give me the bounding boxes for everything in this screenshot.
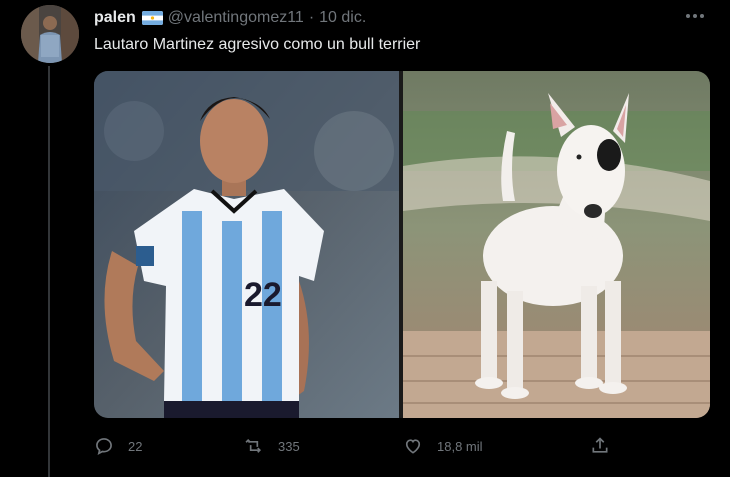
avatar[interactable] bbox=[21, 5, 79, 63]
separator-dot: · bbox=[308, 9, 315, 26]
heart-icon bbox=[405, 439, 421, 454]
reply-button[interactable]: 22 bbox=[94, 432, 142, 460]
retweet-button[interactable]: 335 bbox=[244, 432, 300, 460]
argentina-flag-icon bbox=[141, 11, 163, 25]
like-count: 18,8 mil bbox=[437, 438, 483, 454]
share-icon bbox=[592, 437, 608, 453]
thread-line bbox=[48, 66, 50, 477]
reply-icon bbox=[96, 438, 112, 456]
tweet-text: Lautaro Martinez agresivo como un bull t… bbox=[94, 36, 421, 53]
tweet-media[interactable]: 22 bbox=[94, 71, 710, 418]
tweet-actions: 22 335 18,8 mil bbox=[94, 432, 614, 460]
media-image-dog[interactable] bbox=[403, 71, 710, 418]
tweet-date[interactable]: 10 dic. bbox=[319, 9, 366, 27]
share-button[interactable] bbox=[590, 432, 610, 460]
reply-count: 22 bbox=[128, 438, 143, 454]
jersey-number: 22 bbox=[244, 276, 282, 314]
like-button[interactable]: 18,8 mil bbox=[403, 432, 483, 460]
avatar-image bbox=[21, 5, 79, 63]
user-handle[interactable]: @valentingomez11 bbox=[168, 9, 304, 27]
tweet[interactable]: palen @valentingomez11 · 10 dic. Lautaro… bbox=[0, 0, 730, 477]
display-name[interactable]: palen bbox=[94, 9, 136, 27]
tweet-header: palen @valentingomez11 · 10 dic. bbox=[94, 8, 366, 28]
retweet-count: 335 bbox=[278, 438, 300, 454]
media-image-player[interactable]: 22 bbox=[94, 71, 399, 418]
more-options-icon[interactable] bbox=[684, 9, 706, 23]
retweet-icon bbox=[245, 438, 262, 453]
